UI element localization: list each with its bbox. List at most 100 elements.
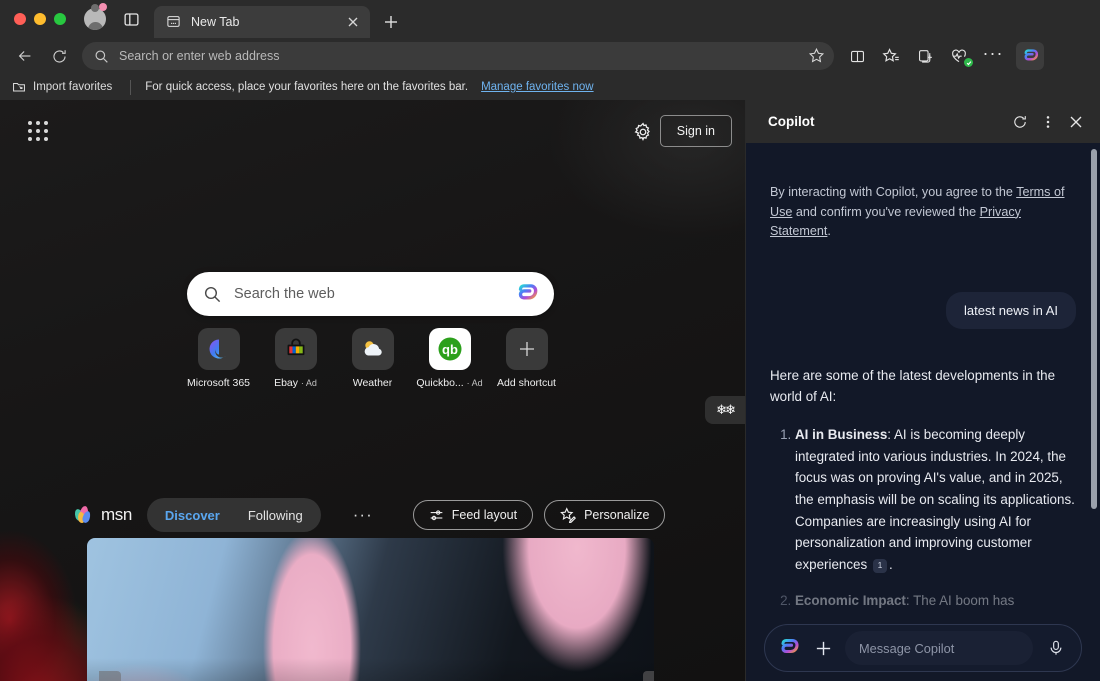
disclaimer-part2: and confirm you've reviewed the bbox=[792, 204, 980, 219]
app-launcher-icon[interactable] bbox=[28, 121, 48, 141]
copilot-input-bar: Message Copilot bbox=[764, 624, 1082, 672]
tab-actions-icon[interactable] bbox=[116, 0, 146, 38]
microsoft365-icon bbox=[197, 328, 240, 370]
copilot-disclaimer: By interacting with Copilot, you agree t… bbox=[770, 183, 1076, 242]
feed-header: msn Discover Following ··· Feed layout P… bbox=[73, 488, 670, 542]
new-tab-button[interactable] bbox=[378, 6, 404, 38]
answer-item: AI in Business: AI is becoming deeply in… bbox=[795, 424, 1076, 576]
profile-badge-icon bbox=[99, 3, 107, 11]
ad-badge: · Ad bbox=[300, 378, 317, 388]
assistant-message: Here are some of the latest developments… bbox=[770, 365, 1076, 612]
message-input[interactable]: Message Copilot bbox=[845, 631, 1033, 665]
ebay-icon bbox=[274, 328, 317, 370]
minimize-window-button[interactable] bbox=[34, 13, 46, 25]
shortcut-label: Ebay · Ad bbox=[274, 377, 317, 389]
copilot-conversation: By interacting with Copilot, you agree t… bbox=[746, 143, 1100, 681]
browser-essentials-icon[interactable] bbox=[942, 41, 976, 71]
favorites-bar: Import favorites For quick access, place… bbox=[0, 74, 1100, 100]
copilot-icon[interactable] bbox=[777, 636, 801, 660]
vertical-ellipsis-icon[interactable] bbox=[1034, 108, 1062, 136]
card-gradient-overlay bbox=[87, 658, 654, 681]
msn-logo[interactable]: msn bbox=[73, 505, 132, 525]
status-check-icon bbox=[964, 58, 973, 67]
back-button[interactable] bbox=[8, 41, 42, 71]
news-card[interactable]: Eating Well EatingWell · 3w Should You U… bbox=[87, 538, 654, 681]
sliders-icon bbox=[429, 508, 444, 523]
shortcut-ebay[interactable]: Ebay · Ad bbox=[257, 328, 334, 389]
ellipsis-icon[interactable]: ··· bbox=[345, 505, 381, 525]
shortcut-weather[interactable]: Weather bbox=[334, 328, 411, 389]
shortcut-label: Weather bbox=[352, 377, 393, 389]
browser-tab[interactable]: New Tab bbox=[154, 6, 370, 38]
msn-logo-icon bbox=[73, 505, 97, 525]
import-favorites-icon bbox=[12, 80, 26, 94]
personalize-label: Personalize bbox=[584, 508, 650, 522]
user-message-bubble: latest news in AI bbox=[946, 291, 1076, 329]
msn-feed: msn Discover Following ··· Feed layout P… bbox=[73, 488, 670, 681]
import-favorites-label: Import favorites bbox=[33, 81, 113, 93]
search-icon bbox=[94, 49, 109, 64]
citation-badge[interactable]: 1 bbox=[872, 558, 887, 573]
msn-logo-text: msn bbox=[101, 505, 132, 524]
shortcut-microsoft365[interactable]: Microsoft 365 bbox=[180, 328, 257, 389]
search-icon bbox=[203, 285, 222, 304]
message-placeholder: Message Copilot bbox=[859, 640, 955, 656]
manage-favorites-link[interactable]: Manage favorites now bbox=[481, 81, 594, 93]
close-icon[interactable] bbox=[344, 13, 362, 31]
url-placeholder: Search or enter web address bbox=[119, 49, 280, 63]
shortcut-label: Microsoft 365 bbox=[186, 377, 251, 389]
user-message-row: latest news in AI bbox=[770, 291, 1076, 329]
carousel-next-button[interactable] bbox=[643, 671, 654, 681]
url-input[interactable]: Search or enter web address bbox=[82, 42, 834, 70]
shortcut-add[interactable]: Add shortcut bbox=[488, 328, 565, 389]
tab-following[interactable]: Following bbox=[234, 502, 317, 528]
close-window-button[interactable] bbox=[14, 13, 26, 25]
tab-title: New Tab bbox=[191, 15, 240, 29]
sign-in-label: Sign in bbox=[676, 124, 715, 138]
copilot-composer: Message Copilot bbox=[746, 615, 1100, 681]
shortcuts-row: Microsoft 365 Ebay · Ad Weather qb Quick… bbox=[180, 328, 565, 389]
favorites-icon[interactable] bbox=[874, 41, 908, 71]
copilot-title: Copilot bbox=[768, 114, 815, 129]
answer-item-heading: Economic Impact bbox=[795, 592, 906, 608]
settings-more-icon[interactable]: ··· bbox=[976, 41, 1010, 71]
answer-intro: Here are some of the latest developments… bbox=[770, 367, 1056, 405]
scrollbar-thumb[interactable] bbox=[1091, 149, 1097, 509]
split-screen-icon[interactable] bbox=[840, 41, 874, 71]
close-icon[interactable] bbox=[1062, 108, 1090, 136]
weather-icon bbox=[351, 328, 394, 370]
star-outline-icon[interactable] bbox=[808, 47, 826, 65]
feed-layout-label: Feed layout bbox=[451, 508, 518, 522]
gear-icon[interactable] bbox=[632, 121, 654, 143]
plus-icon[interactable] bbox=[811, 636, 835, 660]
snowflake-icon[interactable]: ❄❄ bbox=[705, 396, 745, 424]
answer-item-trailing: . bbox=[888, 557, 893, 573]
reload-button[interactable] bbox=[42, 41, 76, 71]
divider bbox=[130, 79, 132, 95]
collections-icon[interactable] bbox=[908, 41, 942, 71]
feed-tabs: Discover Following bbox=[146, 498, 321, 532]
copilot-panel: Copilot By interacting with Copilot, you… bbox=[745, 100, 1100, 681]
feed-layout-button[interactable]: Feed layout bbox=[412, 500, 534, 530]
tab-discover[interactable]: Discover bbox=[151, 502, 234, 528]
answer-list: AI in Business: AI is becoming deeply in… bbox=[770, 424, 1076, 612]
search-input[interactable]: Search the web bbox=[187, 272, 554, 316]
answer-item-heading: AI in Business bbox=[795, 426, 888, 442]
shortcut-quickbooks[interactable]: qb Quickbo... · Ad bbox=[411, 328, 488, 389]
profile-button[interactable] bbox=[84, 0, 107, 38]
shortcut-name: Quickbo... bbox=[416, 377, 464, 389]
star-pencil-icon bbox=[560, 507, 577, 523]
disclaimer-part1: By interacting with Copilot, you agree t… bbox=[770, 185, 1017, 199]
carousel-prev-button[interactable] bbox=[99, 671, 121, 681]
refresh-icon[interactable] bbox=[1006, 108, 1034, 136]
maximize-window-button[interactable] bbox=[54, 13, 66, 25]
copilot-icon[interactable] bbox=[514, 281, 540, 307]
newtab-icon bbox=[166, 14, 182, 30]
search-placeholder: Search the web bbox=[234, 286, 335, 302]
quickbooks-icon: qb bbox=[428, 328, 471, 370]
copilot-icon[interactable] bbox=[1016, 42, 1044, 70]
import-favorites-button[interactable]: Import favorites bbox=[8, 78, 116, 96]
sign-in-button[interactable]: Sign in bbox=[659, 115, 732, 147]
personalize-button[interactable]: Personalize bbox=[544, 500, 666, 530]
microphone-icon[interactable] bbox=[1043, 635, 1069, 661]
